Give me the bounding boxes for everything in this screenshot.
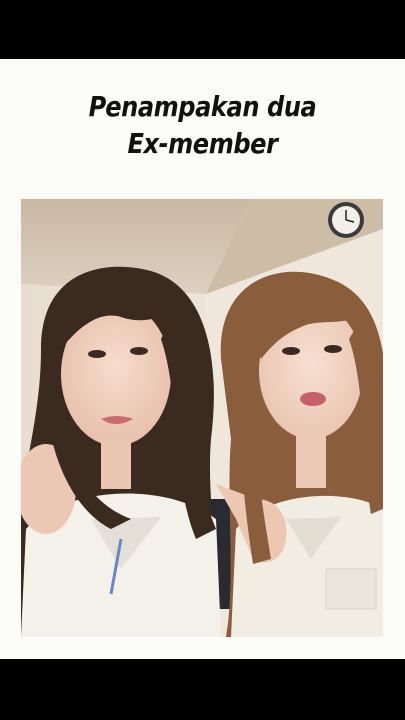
caption-line-2: Ex-member [127, 127, 278, 160]
video-frame: Penampakan dua Ex-member [0, 0, 405, 720]
video-caption: Penampakan dua Ex-member [28, 88, 376, 162]
caption-line-1: Penampakan dua [88, 90, 317, 123]
video-photo [21, 199, 383, 637]
